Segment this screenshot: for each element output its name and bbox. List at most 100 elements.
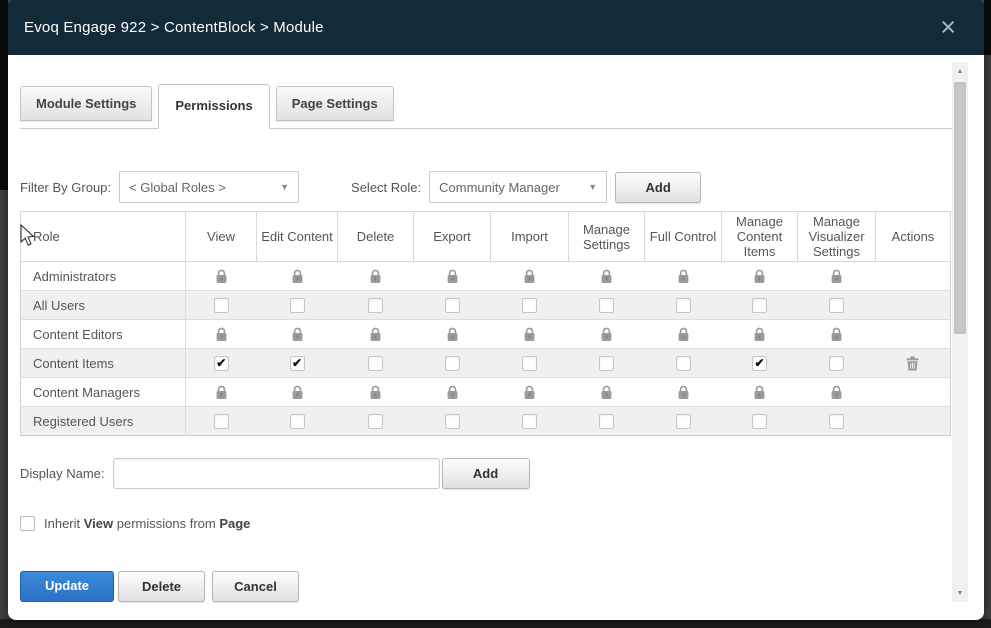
page-background-strip xyxy=(984,0,991,55)
permission-cell xyxy=(338,349,414,378)
permission-cell xyxy=(414,320,491,349)
permission-cell xyxy=(722,262,798,291)
permission-cell xyxy=(569,378,645,407)
add-role-button[interactable]: Add xyxy=(615,172,701,203)
permission-checkbox[interactable] xyxy=(752,298,767,313)
actions-cell xyxy=(876,349,951,378)
permission-checkbox[interactable] xyxy=(599,414,614,429)
permission-checkbox[interactable] xyxy=(829,356,844,371)
permission-checkbox[interactable] xyxy=(522,298,537,313)
update-button[interactable]: Update xyxy=(20,571,114,602)
permission-checkbox[interactable] xyxy=(599,356,614,371)
permission-checkbox[interactable] xyxy=(752,414,767,429)
permission-cell xyxy=(414,378,491,407)
delete-button[interactable]: Delete xyxy=(118,571,205,602)
dialog-title: Evoq Engage 922 > ContentBlock > Module xyxy=(24,19,324,36)
display-name-input[interactable] xyxy=(113,458,440,489)
permission-checkbox-checked[interactable]: ✔ xyxy=(214,356,229,371)
permission-cell xyxy=(722,407,798,436)
inherit-view-checkbox[interactable] xyxy=(20,516,35,531)
tab-permissions[interactable]: Permissions xyxy=(158,84,269,129)
permission-checkbox[interactable] xyxy=(599,298,614,313)
table-row: All Users xyxy=(21,291,951,320)
permission-cell xyxy=(414,407,491,436)
filter-by-group-label: Filter By Group: xyxy=(20,180,111,195)
chevron-down-icon: ▼ xyxy=(588,182,597,192)
permission-checkbox[interactable] xyxy=(445,356,460,371)
table-row: Content Items✔✔✔ xyxy=(21,349,951,378)
permission-checkbox[interactable] xyxy=(290,298,305,313)
permission-cell xyxy=(645,291,722,320)
permission-cell xyxy=(569,262,645,291)
permission-cell xyxy=(798,291,876,320)
permission-checkbox[interactable] xyxy=(290,414,305,429)
column-header-view: View xyxy=(186,212,257,262)
permission-checkbox-checked[interactable]: ✔ xyxy=(290,356,305,371)
permission-checkbox-checked[interactable]: ✔ xyxy=(752,356,767,371)
permission-cell xyxy=(186,320,257,349)
tab-page-settings[interactable]: Page Settings xyxy=(276,86,394,121)
permission-cell xyxy=(186,262,257,291)
scrollbar-thumb[interactable] xyxy=(954,82,966,334)
inherit-view-label: Inherit View permissions from Page xyxy=(44,516,250,531)
permission-checkbox[interactable] xyxy=(829,414,844,429)
lock-icon xyxy=(677,327,690,342)
permission-checkbox[interactable] xyxy=(522,414,537,429)
add-display-name-button[interactable]: Add xyxy=(442,458,530,489)
permission-checkbox[interactable] xyxy=(829,298,844,313)
permission-cell xyxy=(338,407,414,436)
column-header-export: Export xyxy=(414,212,491,262)
lock-icon xyxy=(753,385,766,400)
permission-cell xyxy=(645,407,722,436)
permission-cell xyxy=(569,320,645,349)
column-header-actions: Actions xyxy=(876,212,951,262)
select-role-select[interactable]: Community Manager ▼ xyxy=(429,171,607,203)
display-name-label: Display Name: xyxy=(20,466,105,481)
permission-checkbox[interactable] xyxy=(445,298,460,313)
role-cell: Registered Users xyxy=(21,407,186,436)
permission-checkbox[interactable] xyxy=(676,356,691,371)
column-header-import: Import xyxy=(491,212,569,262)
role-cell: All Users xyxy=(21,291,186,320)
tab-module-settings[interactable]: Module Settings xyxy=(20,86,152,121)
permissions-table: Role View Edit Content Delete Export Imp… xyxy=(20,211,951,436)
permission-cell xyxy=(491,349,569,378)
cancel-button[interactable]: Cancel xyxy=(212,571,299,602)
lock-icon xyxy=(753,269,766,284)
permission-checkbox[interactable] xyxy=(676,298,691,313)
lock-icon xyxy=(369,269,382,284)
filter-by-group-select[interactable]: < Global Roles > ▼ xyxy=(119,171,299,203)
select-role-label: Select Role: xyxy=(351,180,421,195)
table-row: Registered Users xyxy=(21,407,951,436)
permission-checkbox[interactable] xyxy=(676,414,691,429)
column-header-manage-settings: Manage Settings xyxy=(569,212,645,262)
scroll-up-icon[interactable]: ▲ xyxy=(952,64,968,78)
lock-icon xyxy=(600,269,613,284)
permission-cell xyxy=(645,349,722,378)
lock-icon xyxy=(369,327,382,342)
lock-icon xyxy=(446,327,459,342)
lock-icon xyxy=(523,385,536,400)
permission-checkbox[interactable] xyxy=(522,356,537,371)
close-icon[interactable]: × xyxy=(940,14,956,41)
permission-checkbox[interactable] xyxy=(445,414,460,429)
permission-cell xyxy=(569,291,645,320)
trash-icon[interactable] xyxy=(906,356,919,371)
display-name-row: Display Name: Add xyxy=(20,458,984,489)
table-row: Administrators xyxy=(21,262,951,291)
scroll-down-icon[interactable]: ▼ xyxy=(952,586,968,600)
permission-cell xyxy=(491,291,569,320)
column-header-edit-content: Edit Content xyxy=(257,212,338,262)
permission-cell xyxy=(338,320,414,349)
permission-cell xyxy=(798,349,876,378)
permission-checkbox[interactable] xyxy=(368,298,383,313)
permission-cell xyxy=(257,407,338,436)
permission-checkbox[interactable] xyxy=(368,414,383,429)
permission-checkbox[interactable] xyxy=(368,356,383,371)
permission-checkbox[interactable] xyxy=(214,298,229,313)
permission-checkbox[interactable] xyxy=(214,414,229,429)
permission-cell xyxy=(645,262,722,291)
vertical-scrollbar[interactable]: ▲ ▼ xyxy=(952,62,968,602)
permission-cell xyxy=(414,262,491,291)
actions-cell xyxy=(876,291,951,320)
